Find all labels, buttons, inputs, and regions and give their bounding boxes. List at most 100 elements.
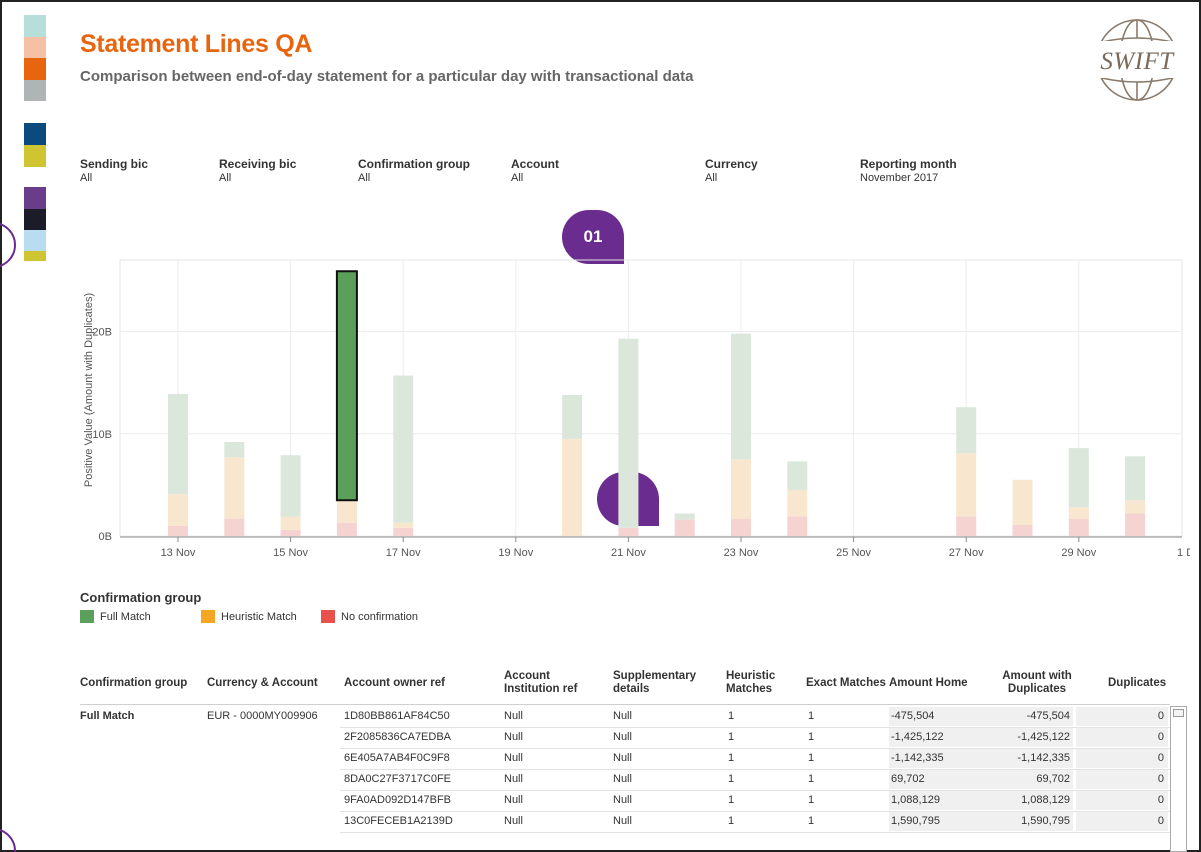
bar-full-match[interactable]	[956, 407, 977, 454]
bar-no-confirmation[interactable]	[336, 522, 357, 536]
palette-swatch	[24, 80, 46, 101]
column-header[interactable]: Duplicates	[1108, 677, 1166, 690]
filter-value[interactable]: All	[219, 172, 296, 184]
filter-value[interactable]: All	[80, 172, 148, 184]
institution-ref-cell: Null	[504, 731, 523, 743]
bar-no-confirmation[interactable]	[787, 516, 808, 536]
bar-full-match[interactable]	[562, 394, 583, 439]
bar-no-confirmation[interactable]	[1012, 524, 1033, 536]
bar-heuristic-match[interactable]	[168, 494, 188, 526]
bar-heuristic-match[interactable]	[280, 516, 301, 530]
bar-full-match[interactable]	[787, 461, 808, 490]
filter-value[interactable]: November 2017	[860, 172, 957, 184]
amount-home-cell: 1,088,129	[891, 794, 940, 806]
filter-value[interactable]: All	[358, 172, 470, 184]
bar-full-match[interactable]	[224, 441, 245, 458]
bar-heuristic-match[interactable]	[224, 457, 245, 519]
column-header[interactable]: Amount Home	[889, 677, 989, 690]
supplementary-cell: Null	[613, 731, 632, 743]
bar-no-confirmation[interactable]	[280, 529, 301, 536]
bar-full-match[interactable]	[168, 393, 188, 495]
bar-heuristic-match[interactable]	[1012, 479, 1033, 525]
column-header[interactable]: Account owner ref	[344, 677, 494, 690]
legend-item-heuristic-match[interactable]: Heuristic Match	[201, 610, 297, 623]
column-header[interactable]: Confirmation group	[80, 677, 200, 690]
filter-label: Currency	[705, 157, 758, 171]
bar-no-confirmation[interactable]	[393, 527, 414, 536]
scrollbar-thumb[interactable]	[1173, 709, 1184, 717]
institution-ref-cell: Null	[504, 710, 523, 722]
column-header-line: Amount with	[1002, 670, 1072, 682]
bar-no-confirmation[interactable]	[224, 518, 245, 536]
filter-account[interactable]: Account All	[511, 157, 559, 184]
filter-reporting-month[interactable]: Reporting month November 2017	[860, 157, 957, 184]
heuristic-matches-cell: 1	[728, 731, 735, 743]
legend-swatch-no-confirmation	[321, 610, 335, 623]
bar-no-confirmation[interactable]	[618, 527, 639, 536]
filter-confirmation-group[interactable]: Confirmation group All	[358, 157, 470, 184]
bar-full-match[interactable]	[335, 270, 358, 502]
bar-no-confirmation[interactable]	[674, 519, 695, 536]
legend-item-no-confirmation[interactable]: No confirmation	[321, 610, 418, 623]
column-header[interactable]: Heuristic Matches	[726, 670, 801, 696]
legend-swatch-full-match	[80, 610, 94, 623]
bar-no-confirmation[interactable]	[956, 516, 977, 536]
bar-heuristic-match[interactable]	[956, 453, 977, 517]
bar-no-confirmation[interactable]	[731, 518, 751, 536]
filter-label: Receiving bic	[219, 157, 297, 171]
bar-full-match[interactable]	[1125, 456, 1146, 501]
account-owner-ref-cell: 13C0FECEB1A2139D	[344, 815, 453, 827]
supplementary-cell: Null	[613, 752, 632, 764]
filter-currency[interactable]: Currency All	[705, 157, 758, 184]
palette-swatch	[24, 209, 46, 230]
account-owner-ref-cell: 2F2085836CA7EDBA	[344, 731, 452, 743]
filter-value[interactable]: All	[705, 172, 758, 184]
bar-heuristic-match[interactable]	[336, 500, 357, 523]
bar-no-confirmation[interactable]	[168, 525, 188, 536]
y-axis-title: Positive Value (Amount with Duplicates)	[83, 293, 95, 487]
supplementary-cell: Null	[613, 710, 632, 722]
exact-matches-cell: 1	[808, 815, 815, 827]
bar-heuristic-match[interactable]	[1125, 500, 1146, 514]
legend-label: Heuristic Match	[221, 610, 297, 623]
heuristic-matches-cell: 1	[728, 752, 735, 764]
duplicates-cell: 0	[1157, 773, 1164, 785]
logo-text: SWIFT	[1100, 48, 1175, 75]
legend-label: Full Match	[100, 610, 151, 623]
account-owner-ref-cell: 6E405A7AB4F0C9F8	[344, 752, 450, 764]
exact-matches-cell: 1	[808, 773, 815, 785]
filter-value[interactable]: All	[511, 172, 559, 184]
column-header[interactable]: Exact Matches	[806, 677, 886, 690]
column-header[interactable]: Account Institution ref	[504, 670, 604, 696]
bar-full-match[interactable]	[618, 338, 639, 528]
bar-heuristic-match[interactable]	[562, 438, 583, 536]
table-row[interactable]	[340, 832, 1170, 833]
filter-label: Account	[511, 157, 559, 171]
supplementary-cell: Null	[613, 815, 632, 827]
column-header[interactable]: Currency & Account	[207, 677, 337, 690]
amount-with-duplicates-cell: -1,142,335	[1017, 752, 1070, 764]
column-header[interactable]: Supplementary details	[613, 670, 723, 696]
duplicates-cell: 0	[1157, 731, 1164, 743]
filter-sending-bic[interactable]: Sending bic All	[80, 157, 148, 184]
table-scrollbar[interactable]	[1170, 706, 1187, 852]
bar-full-match[interactable]	[731, 333, 751, 460]
palette-swatch	[24, 58, 46, 80]
bar-heuristic-match[interactable]	[731, 459, 751, 519]
palette-swatch	[24, 187, 46, 209]
bar-heuristic-match[interactable]	[787, 490, 808, 517]
bar-full-match[interactable]	[674, 513, 695, 520]
column-header-line: details	[613, 683, 650, 695]
bar-full-match[interactable]	[1068, 448, 1089, 508]
bar-heuristic-match[interactable]	[393, 522, 414, 528]
bar-full-match[interactable]	[280, 455, 301, 517]
column-header-line: Heuristic	[726, 670, 776, 682]
x-tick-label: 15 Nov	[273, 547, 308, 559]
column-header[interactable]: Amount with Duplicates	[1001, 670, 1073, 696]
bar-full-match[interactable]	[393, 375, 414, 523]
bar-heuristic-match[interactable]	[1068, 507, 1089, 519]
bar-no-confirmation[interactable]	[1125, 513, 1146, 536]
filter-receiving-bic[interactable]: Receiving bic All	[219, 157, 296, 184]
legend-item-full-match[interactable]: Full Match	[80, 610, 151, 623]
bar-no-confirmation[interactable]	[1068, 518, 1089, 536]
